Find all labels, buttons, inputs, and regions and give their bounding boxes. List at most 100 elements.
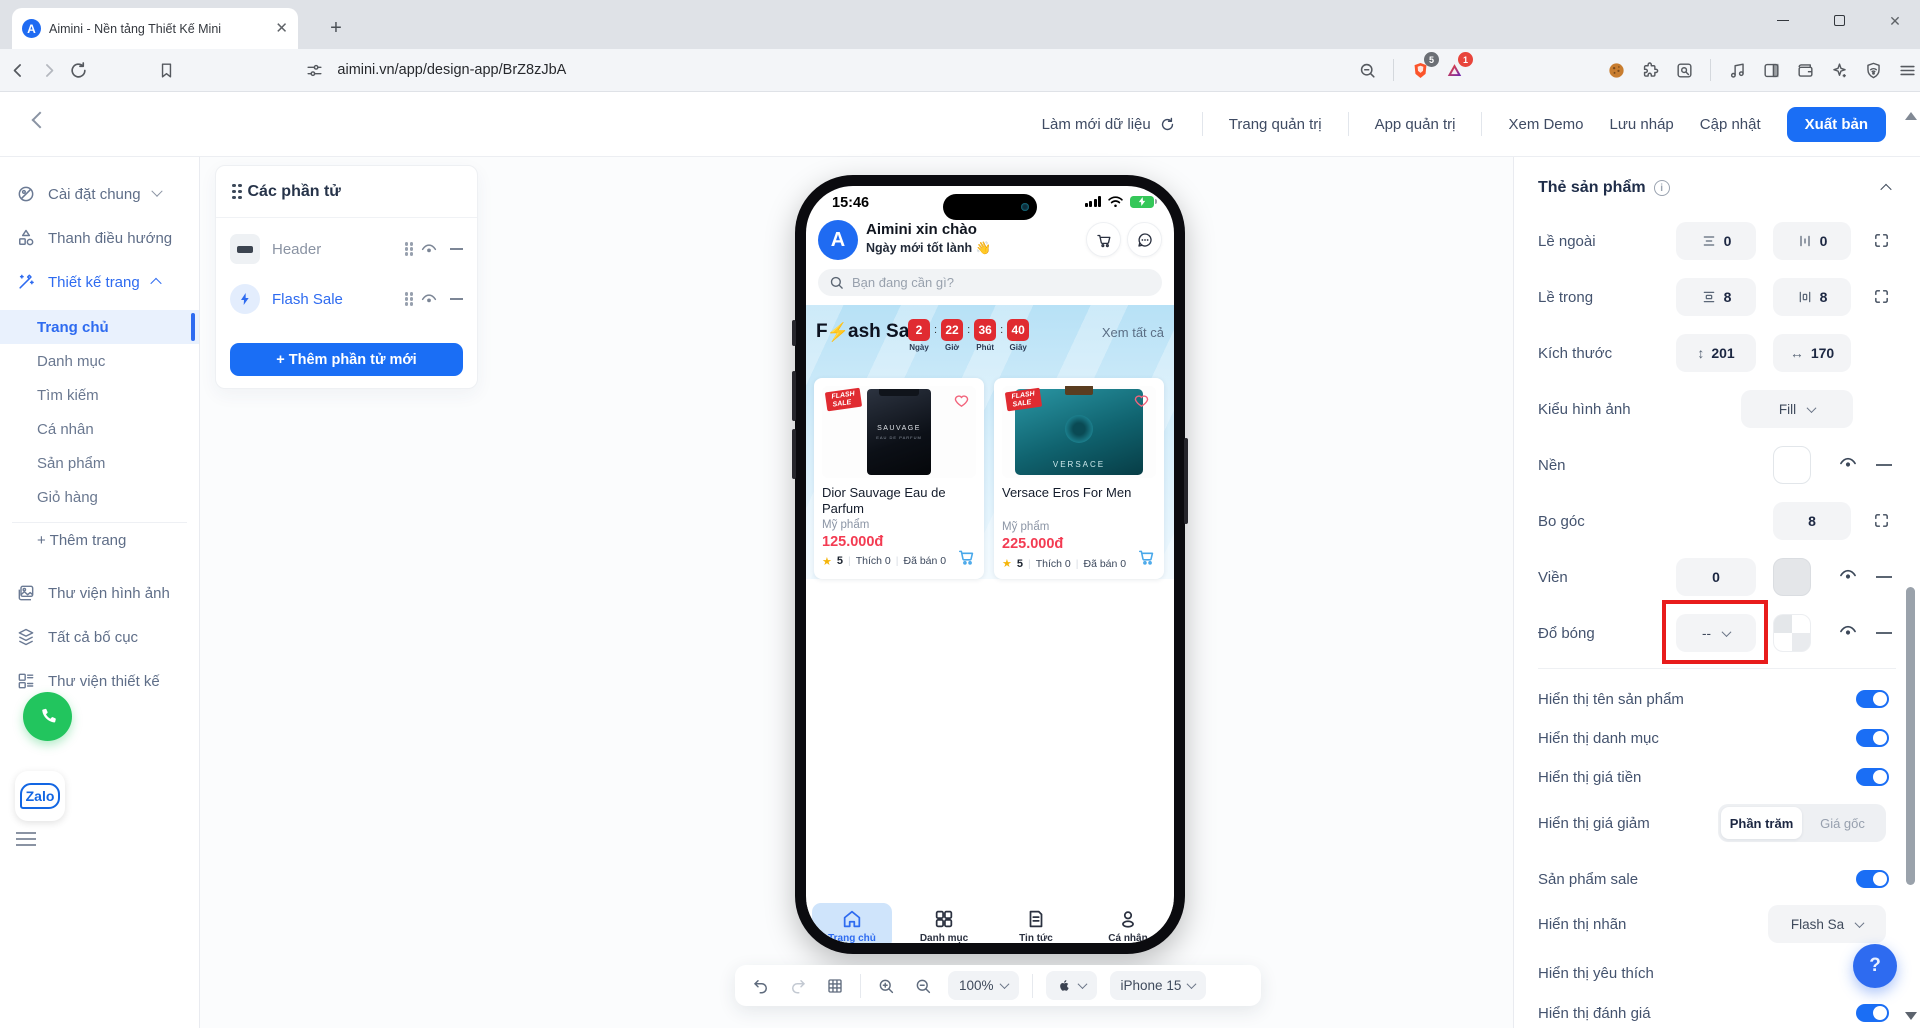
back-icon[interactable] — [6, 55, 30, 85]
show-price-toggle[interactable] — [1856, 768, 1889, 786]
visibility-icon[interactable] — [1838, 565, 1860, 590]
search-tabs-icon[interactable] — [1671, 57, 1697, 83]
collapse-panel-icon[interactable] — [1880, 183, 1892, 196]
cookie-extension-icon[interactable] — [1603, 57, 1629, 83]
expand-corners-icon[interactable] — [1873, 288, 1891, 306]
window-close-button[interactable]: ✕ — [1884, 10, 1906, 32]
update-button[interactable]: Cập nhật — [1700, 116, 1761, 133]
browser-menu-icon[interactable] — [1894, 57, 1920, 83]
remove-icon[interactable] — [1876, 464, 1892, 466]
add-page-button[interactable]: + Thêm trang — [0, 523, 199, 557]
redo-icon[interactable] — [786, 974, 810, 998]
page-item-home[interactable]: Trang chủ — [0, 310, 199, 344]
tab-close-icon[interactable]: ✕ — [275, 21, 288, 36]
rewards-triangle-icon[interactable]: 1 — [1441, 52, 1473, 83]
sidebar-item-page-design[interactable]: Thiết kế trang — [0, 264, 199, 300]
app-search-input[interactable]: Bạn đang cần gì? — [818, 269, 1162, 296]
element-row-flash-sale[interactable]: Flash Sale — [216, 280, 477, 318]
product-card[interactable]: VERSACE FLASH SALE Versace Eros For Men M… — [994, 378, 1164, 579]
height-input[interactable]: ↕ 201 — [1676, 334, 1756, 372]
outer-margin-horizontal-input[interactable]: 0 — [1773, 222, 1851, 260]
show-rating-toggle[interactable] — [1856, 1004, 1889, 1022]
zalo-button[interactable]: Zalo — [15, 771, 65, 821]
sidebar-item-design-library[interactable]: Thư viện thiết kế — [0, 659, 199, 703]
visibility-icon[interactable] — [1838, 453, 1860, 478]
url-field[interactable]: aimini.vn/app/design-app/BrZ8zJbA — [289, 54, 1059, 86]
sidebar-item-general-settings[interactable]: Cài đặt chung — [0, 176, 199, 212]
info-icon[interactable]: i — [1653, 180, 1670, 196]
border-color-swatch[interactable] — [1773, 558, 1811, 596]
browser-tab[interactable]: A Aimini - Nền tảng Thiết Kế Mini ✕ — [12, 8, 298, 49]
width-input[interactable]: ↔ 170 — [1773, 334, 1851, 372]
cart-button[interactable] — [1086, 222, 1121, 257]
image-style-dropdown[interactable]: Fill — [1741, 390, 1853, 428]
page-item-categories[interactable]: Danh mục — [0, 344, 199, 378]
scrollbar-down-arrow[interactable] — [1905, 1012, 1917, 1020]
extensions-puzzle-icon[interactable] — [1637, 57, 1663, 83]
shadow-color-swatch[interactable] — [1773, 614, 1811, 652]
favorite-heart-icon[interactable] — [953, 392, 970, 414]
drag-handle-icon[interactable] — [404, 242, 408, 246]
sidebar-item-all-layouts[interactable]: Tất cả bố cục — [0, 615, 199, 659]
element-row-header[interactable]: Header — [216, 230, 477, 268]
add-element-button[interactable]: + Thêm phần tử mới — [230, 343, 463, 376]
scrollbar-up-arrow[interactable] — [1905, 112, 1917, 120]
sidebar-item-navbar[interactable]: Thanh điều hướng — [0, 220, 199, 256]
nav-item-news[interactable]: Tin tức — [990, 901, 1082, 943]
nav-item-home[interactable]: Trang chủ — [806, 901, 898, 943]
window-restore-button[interactable] — [1828, 10, 1850, 32]
page-zoom-icon[interactable] — [1354, 57, 1380, 83]
help-button[interactable]: ? — [1853, 944, 1897, 988]
expand-corners-icon[interactable] — [1873, 232, 1891, 250]
visibility-icon[interactable] — [420, 240, 438, 258]
radius-input[interactable]: 8 — [1773, 502, 1851, 540]
nav-item-categories[interactable]: Danh mục — [898, 901, 990, 943]
tag-dropdown[interactable]: Flash Sa — [1768, 905, 1886, 943]
inner-padding-horizontal-input[interactable]: 8 — [1773, 278, 1851, 316]
page-item-cart[interactable]: Giỏ hàng — [0, 480, 199, 514]
discount-original-price-option[interactable]: Giá gốc — [1802, 807, 1883, 839]
forward-icon[interactable] — [36, 55, 60, 85]
expand-corners-icon[interactable] — [1873, 512, 1891, 530]
visibility-icon[interactable] — [1838, 621, 1860, 646]
background-color-swatch[interactable] — [1773, 446, 1811, 484]
favorite-heart-icon[interactable] — [1133, 392, 1150, 414]
app-avatar[interactable]: A — [818, 220, 858, 260]
platform-dropdown[interactable] — [1045, 971, 1097, 1000]
wallet-icon[interactable] — [1792, 57, 1818, 83]
media-icon[interactable] — [1724, 57, 1750, 83]
vpn-shield-icon[interactable] — [1860, 57, 1886, 83]
show-product-name-toggle[interactable] — [1856, 690, 1889, 708]
outer-margin-vertical-input[interactable]: 0 — [1676, 222, 1756, 260]
sidebar-item-image-library[interactable]: Thư viện hình ảnh — [0, 571, 199, 615]
sale-product-toggle[interactable] — [1856, 870, 1889, 888]
page-item-products[interactable]: Sản phẩm — [0, 446, 199, 480]
visibility-icon[interactable] — [420, 290, 438, 308]
zoom-level-dropdown[interactable]: 100% — [948, 971, 1019, 1000]
view-all-link[interactable]: Xem tất cả — [1102, 325, 1164, 340]
bottom-menu-icon[interactable] — [16, 828, 36, 846]
discount-percent-option[interactable]: Phần trăm — [1721, 807, 1802, 839]
inner-padding-vertical-input[interactable]: 8 — [1676, 278, 1756, 316]
bookmark-icon[interactable] — [156, 57, 177, 83]
publish-button[interactable]: Xuất bản — [1786, 106, 1886, 142]
window-minimize-button[interactable] — [1772, 10, 1794, 32]
scrollbar-thumb[interactable] — [1906, 587, 1915, 885]
call-button[interactable] — [23, 692, 72, 741]
collapse-sidebar-icon[interactable] — [31, 111, 49, 129]
save-draft-button[interactable]: Lưu nháp — [1610, 116, 1674, 133]
add-to-cart-icon[interactable] — [957, 547, 976, 571]
remove-element-icon[interactable] — [450, 298, 463, 300]
flash-sale-section[interactable]: F ⚡ ash Sale 2 Ngày : 22 Giờ : 36 Phút : 40 Gi… — [806, 305, 1174, 579]
remove-icon[interactable] — [1876, 576, 1892, 578]
add-to-cart-icon[interactable] — [1137, 547, 1156, 571]
panel-drag-handle-icon[interactable] — [232, 183, 236, 188]
undo-icon[interactable] — [749, 974, 773, 998]
brave-shield-icon[interactable]: 5 — [1407, 52, 1439, 83]
refresh-data-button[interactable]: Làm mới dữ liệu — [1042, 116, 1176, 133]
reload-icon[interactable] — [66, 55, 90, 85]
zoom-in-icon[interactable] — [874, 974, 898, 998]
sidebar-toggle-icon[interactable] — [1758, 57, 1784, 83]
remove-element-icon[interactable] — [450, 248, 463, 250]
drag-handle-icon[interactable] — [404, 292, 408, 296]
